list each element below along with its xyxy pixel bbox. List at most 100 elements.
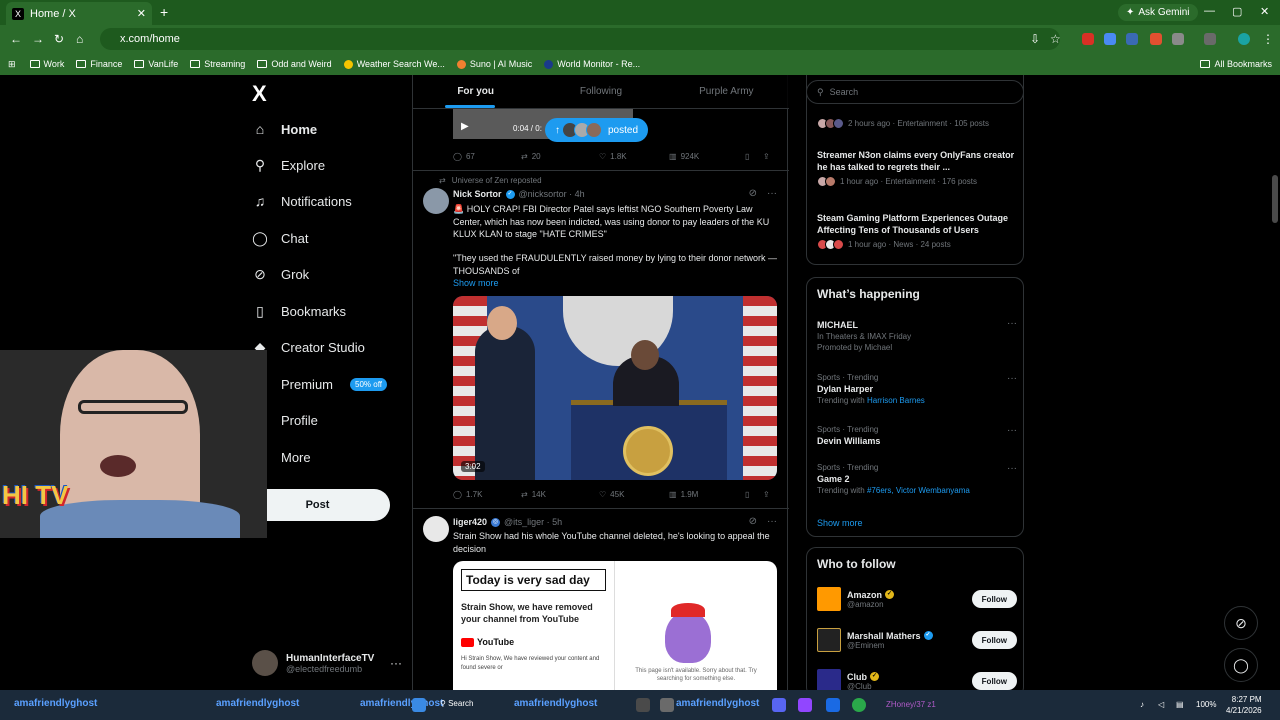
browser-tab-home[interactable]: X Home / X ✕ [6, 2, 152, 25]
tweet-video[interactable]: 3:02 [453, 296, 777, 480]
bookmark-tweet-icon[interactable]: ▯ [745, 490, 763, 499]
sidebar-item-grok[interactable]: ⊘ Grok [252, 266, 309, 282]
follow-button[interactable]: Follow [971, 631, 1017, 649]
author-handle[interactable]: @nicksortor · 4h [519, 189, 585, 199]
minimize-icon[interactable]: — [1204, 5, 1215, 17]
share-icon[interactable]: ⇪ [763, 152, 770, 161]
extension-icon[interactable] [1150, 33, 1162, 45]
follow-suggestion[interactable]: Marshall Mathers ✓ @Eminem Follow [817, 626, 1017, 654]
page-scrollbar[interactable] [1272, 175, 1278, 223]
views-button[interactable]: ▥ 1.9M [669, 490, 745, 499]
news-item[interactable]: Streamer N3on claims every OnlyFans crea… [817, 149, 1017, 187]
tab-purple-army[interactable]: Purple Army [664, 75, 789, 108]
author-name[interactable]: Nick Sortor [453, 189, 502, 199]
grok-tweet-icon[interactable]: ⊘ [749, 516, 757, 527]
reload-icon[interactable]: ↻ [54, 32, 64, 46]
trend-item[interactable]: Sports · Trending Devin Williams ··· [817, 425, 1017, 453]
author-name[interactable]: liger420 [453, 517, 487, 527]
close-tab-icon[interactable]: ✕ [137, 7, 146, 20]
app-icon[interactable] [826, 698, 840, 712]
back-icon[interactable]: ← [10, 32, 22, 46]
window-close-icon[interactable]: ✕ [1260, 5, 1269, 18]
app-icon[interactable] [636, 698, 650, 712]
trend-item[interactable]: Sports · Trending Dylan Harper Trending … [817, 373, 1017, 413]
messages-float-button[interactable]: ◯ [1224, 648, 1258, 682]
trend-item[interactable]: MICHAEL In Theaters & IMAX Friday Promot… [817, 318, 1017, 358]
avatar[interactable] [423, 188, 449, 214]
sidebar-item-premium[interactable]: ✕Premium50% off [252, 376, 387, 392]
grok-float-button[interactable]: ⊘ [1224, 606, 1258, 640]
microphone-icon[interactable]: ♪ [1140, 700, 1144, 709]
sidebar-item-home[interactable]: ⌂ Home [252, 121, 317, 137]
follow-button[interactable]: Follow [971, 590, 1017, 608]
bookmark-tweet-icon[interactable]: ▯ [745, 152, 763, 161]
sidebar-item-bookmarks[interactable]: ▯ Bookmarks [252, 303, 346, 319]
forward-icon[interactable]: → [32, 32, 44, 46]
menu-icon[interactable]: ⋮ [1262, 32, 1274, 46]
bookmark-world-monitor[interactable]: World Monitor - Re... [544, 59, 640, 69]
x-logo[interactable]: X [252, 81, 267, 107]
follow-suggestion[interactable]: Club ✓ @Club Follow [817, 667, 1017, 690]
author-handle[interactable]: @its_liger · 5h [504, 517, 562, 527]
tweet-more-icon[interactable]: ··· [767, 188, 777, 199]
app-icon[interactable] [798, 698, 812, 712]
share-icon[interactable]: ⇪ [763, 490, 770, 499]
news-item[interactable]: Steam Gaming Platform Experiences Outage… [817, 212, 1017, 250]
sidebar-icon[interactable] [1204, 33, 1216, 45]
translate-icon[interactable] [1104, 33, 1116, 45]
windows-start-icon[interactable] [412, 698, 426, 712]
trend-more-icon[interactable]: ··· [1007, 318, 1017, 329]
apps-grid-icon[interactable]: ⊞ [8, 59, 16, 70]
restore-icon[interactable]: ▢ [1232, 5, 1242, 18]
star-icon[interactable]: ☆ [1050, 32, 1061, 46]
taskbar-clock[interactable]: 8:27 PM 4/21/2026 [1226, 694, 1262, 716]
all-bookmarks[interactable]: All Bookmarks [1200, 59, 1272, 69]
discord-icon[interactable] [772, 698, 786, 712]
show-more-trends[interactable]: Show more [817, 518, 863, 528]
tab-following[interactable]: Following [538, 75, 663, 108]
new-tab-button[interactable]: + [160, 4, 168, 20]
reply-button[interactable]: ◯ 67 [453, 152, 521, 161]
trend-more-icon[interactable]: ··· [1007, 373, 1017, 384]
bookmark-vanlife[interactable]: VanLife [134, 59, 178, 69]
address-bar[interactable]: x.com/home [100, 28, 1060, 50]
tweet-image[interactable]: Today is very sad day Strain Show, we ha… [453, 561, 777, 690]
bookmark-streaming[interactable]: Streaming [190, 59, 245, 69]
trend-link[interactable]: Harrison Barnes [867, 396, 925, 405]
tab-for-you[interactable]: For you [413, 75, 538, 108]
speaker-icon[interactable]: ◁ [1158, 700, 1164, 709]
install-icon[interactable]: ⇩ [1030, 32, 1040, 46]
news-item[interactable]: 2 hours ago · Entertainment · 105 posts [817, 115, 1017, 129]
app-icon[interactable] [660, 698, 674, 712]
network-icon[interactable]: ▤ [1176, 700, 1184, 709]
sidebar-item-notifications[interactable]: ♫ Notifications [252, 193, 352, 209]
bookmark-weather[interactable]: Weather Search We... [343, 59, 445, 69]
views-button[interactable]: ▥ 924K [669, 152, 745, 161]
avatar[interactable] [423, 516, 449, 542]
repost-button[interactable]: ⇄ 14K [521, 490, 599, 499]
bookmark-finance[interactable]: Finance [76, 59, 122, 69]
sidebar-item-explore[interactable]: ⚲ Explore [252, 157, 325, 173]
account-menu-icon[interactable]: ··· [390, 656, 402, 670]
show-more-link[interactable]: Show more [453, 278, 499, 288]
sidebar-item-chat[interactable]: ◯ Chat [252, 230, 308, 246]
repost-button[interactable]: ⇄ 20 [521, 152, 599, 161]
grok-tweet-icon[interactable]: ⊘ [749, 188, 757, 199]
play-icon[interactable]: ▶ [461, 121, 469, 132]
bookmark-suno[interactable]: Suno | AI Music [456, 59, 532, 69]
like-button[interactable]: ♡ 1.8K [599, 152, 669, 161]
follow-button[interactable]: Follow [971, 672, 1017, 690]
bookmark-odd-weird[interactable]: Odd and Weird [257, 59, 332, 69]
chrome-icon[interactable] [852, 698, 866, 712]
sidebar-item-creator-studio[interactable]: ◆ Creator Studio [252, 339, 365, 355]
tweet-more-icon[interactable]: ··· [767, 516, 777, 527]
profile-avatar-icon[interactable] [1238, 33, 1250, 45]
trend-more-icon[interactable]: ··· [1007, 463, 1017, 474]
reply-button[interactable]: ◯ 1.7K [453, 490, 521, 499]
home-browser-icon[interactable]: ⌂ [76, 32, 83, 46]
ask-gemini-button[interactable]: ✦ Ask Gemini [1118, 4, 1198, 21]
new-posts-pill[interactable]: ↑ posted [545, 118, 649, 142]
like-button[interactable]: ♡ 45K [599, 490, 669, 499]
extension-icon[interactable] [1082, 33, 1094, 45]
taskbar-search[interactable]: ⚲ Search [440, 699, 473, 708]
